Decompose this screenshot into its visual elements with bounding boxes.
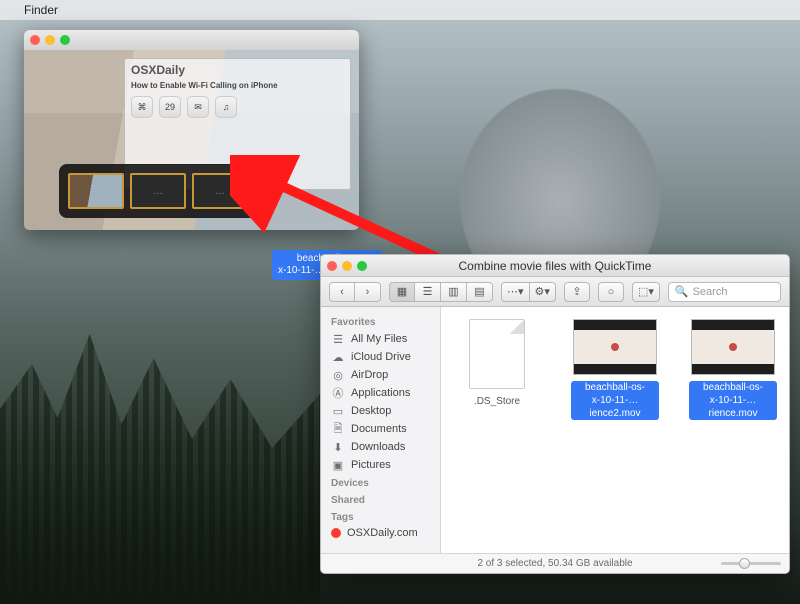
- homescreen-calendar-icon: 29: [159, 96, 181, 118]
- menu-bar: Finder: [0, 0, 800, 20]
- movie-file-icon: [691, 319, 775, 375]
- minimize-icon[interactable]: [45, 35, 55, 45]
- clip-thumbnail[interactable]: [68, 173, 124, 209]
- wallpaper-trees: [0, 304, 320, 604]
- file-beachball-1[interactable]: beachball-os-x-10-11-…ience2.mov: [571, 319, 659, 420]
- finder-status-bar: 2 of 3 selected, 50.34 GB available: [321, 553, 789, 573]
- clip-placeholder[interactable]: …: [192, 173, 248, 209]
- arrange-button[interactable]: ⋯▾: [501, 282, 530, 302]
- finder-title-text: Combine movie files with QuickTime: [459, 259, 652, 273]
- finder-content[interactable]: .DS_Store beachball-os-x-10-11-…ience2.m…: [441, 307, 789, 553]
- search-input[interactable]: 🔍 Search: [668, 282, 781, 302]
- file-label: beachball-os-x-10-11-…ience2.mov: [571, 381, 659, 420]
- sidebar-item-applications[interactable]: ⒶApplications: [321, 384, 440, 402]
- quicktime-video-canvas[interactable]: OSXDaily How to Enable Wi-Fi Calling on …: [24, 50, 359, 230]
- sidebar-head-shared: Shared: [321, 491, 440, 508]
- close-icon[interactable]: [327, 261, 337, 271]
- sidebar-head-favorites: Favorites: [321, 313, 440, 330]
- window-controls[interactable]: [327, 261, 367, 271]
- sidebar-item-desktop[interactable]: ▭Desktop: [321, 402, 440, 420]
- all-files-icon: ☰: [331, 332, 345, 346]
- clip-placeholder[interactable]: …: [130, 173, 186, 209]
- tags-button[interactable]: ○: [598, 282, 624, 302]
- sidebar-item-airdrop[interactable]: ◎AirDrop: [321, 366, 440, 384]
- file-label: beachball-os-x-10-11-…rience.mov: [689, 381, 777, 420]
- menubar-app-name[interactable]: Finder: [24, 3, 58, 17]
- sidebar-item-documents[interactable]: 🗎Documents: [321, 420, 440, 438]
- icon-size-slider[interactable]: [721, 562, 781, 565]
- action-button[interactable]: ⚙▾: [530, 282, 556, 302]
- file-label: .DS_Store: [474, 395, 520, 408]
- homescreen-app-icon: ♫: [215, 96, 237, 118]
- close-icon[interactable]: [30, 35, 40, 45]
- sidebar-tag-osxdaily[interactable]: OSXDaily.com: [321, 525, 440, 541]
- file-beachball-2[interactable]: beachball-os-x-10-11-…rience.mov: [689, 319, 777, 420]
- homescreen-app-icon: ✉: [187, 96, 209, 118]
- site-logo: OSXDaily: [131, 63, 344, 77]
- dropbox-button[interactable]: ⬚▾: [632, 282, 660, 302]
- sidebar-head-devices: Devices: [321, 474, 440, 491]
- sidebar-item-pictures[interactable]: ▣Pictures: [321, 456, 440, 474]
- status-text: 2 of 3 selected, 50.34 GB available: [477, 558, 632, 569]
- movie-file-icon: [573, 319, 657, 375]
- documents-icon: 🗎: [331, 422, 345, 436]
- sidebar-item-icloud[interactable]: ☁iCloud Drive: [321, 348, 440, 366]
- zoom-icon[interactable]: [60, 35, 70, 45]
- icloud-icon: ☁: [331, 350, 345, 364]
- sidebar-head-tags: Tags: [321, 508, 440, 525]
- minimize-icon[interactable]: [342, 261, 352, 271]
- applications-icon: Ⓐ: [331, 386, 345, 400]
- window-controls[interactable]: [30, 35, 70, 45]
- quicktime-clip-tray[interactable]: … …: [59, 164, 257, 218]
- sidebar-item-downloads[interactable]: ⬇Downloads: [321, 438, 440, 456]
- tag-red-icon: [331, 528, 341, 538]
- finder-toolbar: ‹ › ▦ ☰ ▥ ▤ ⋯▾ ⚙▾ ⇪ ○ ⬚▾ 🔍 Search: [321, 277, 789, 307]
- finder-titlebar[interactable]: Combine movie files with QuickTime: [321, 255, 789, 277]
- view-list-button[interactable]: ☰: [415, 282, 441, 302]
- slider-knob[interactable]: [739, 558, 750, 569]
- share-button[interactable]: ⇪: [564, 282, 590, 302]
- article-headline: How to Enable Wi-Fi Calling on iPhone: [131, 81, 344, 90]
- quicktime-titlebar[interactable]: [24, 30, 359, 50]
- pictures-icon: ▣: [331, 458, 345, 472]
- document-icon: [469, 319, 525, 389]
- downloads-icon: ⬇: [331, 440, 345, 454]
- finder-sidebar: Favorites ☰All My Files ☁iCloud Drive ◎A…: [321, 307, 441, 553]
- desktop-icon: ▭: [331, 404, 345, 418]
- view-columns-button[interactable]: ▥: [441, 282, 467, 302]
- view-coverflow-button[interactable]: ▤: [467, 282, 493, 302]
- airdrop-icon: ◎: [331, 368, 345, 382]
- homescreen-app-icon: ⌘: [131, 96, 153, 118]
- quicktime-window[interactable]: OSXDaily How to Enable Wi-Fi Calling on …: [24, 30, 359, 230]
- sidebar-item-all-my-files[interactable]: ☰All My Files: [321, 330, 440, 348]
- search-placeholder: Search: [693, 286, 728, 298]
- zoom-icon[interactable]: [357, 261, 367, 271]
- finder-window[interactable]: Combine movie files with QuickTime ‹ › ▦…: [320, 254, 790, 574]
- file-ds-store[interactable]: .DS_Store: [453, 319, 541, 408]
- search-icon: 🔍: [675, 285, 689, 298]
- view-icons-button[interactable]: ▦: [389, 282, 415, 302]
- back-button[interactable]: ‹: [329, 282, 355, 302]
- forward-button[interactable]: ›: [355, 282, 381, 302]
